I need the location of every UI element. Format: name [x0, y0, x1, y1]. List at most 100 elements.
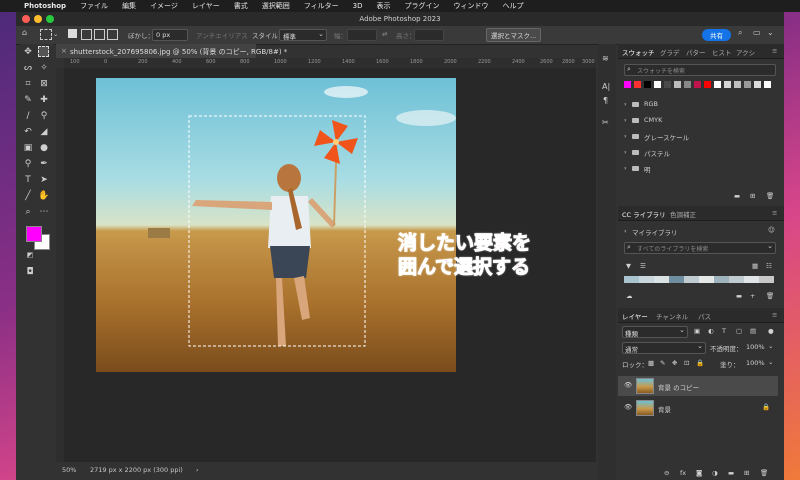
panel-menu-icon[interactable]: ≡	[772, 209, 777, 217]
lock-artboard-icon[interactable]: ⊡	[684, 359, 689, 367]
shape-filter-icon[interactable]: ▢	[736, 327, 742, 335]
intersect-selection-icon[interactable]	[107, 29, 118, 40]
menu-select[interactable]: 選択範囲	[262, 1, 290, 11]
chevron-right-icon[interactable]: ›	[624, 100, 627, 108]
dodge-tool-icon[interactable]: ⚲	[22, 158, 34, 170]
pen-tool-icon[interactable]: ✒	[38, 158, 50, 170]
menu-layer[interactable]: レイヤー	[192, 1, 220, 11]
properties-icon[interactable]: ≋	[602, 54, 609, 63]
color-swatch[interactable]	[744, 81, 751, 88]
menu-view[interactable]: 表示	[376, 1, 390, 11]
chevron-right-icon[interactable]: ›	[624, 132, 627, 140]
menu-plugins[interactable]: プラグイン	[404, 1, 439, 11]
lock-position-icon[interactable]: ✥	[672, 359, 677, 367]
chevron-right-icon[interactable]: ›	[624, 164, 627, 172]
layer-name[interactable]: 背景 のコピー	[658, 382, 699, 392]
list-view-icon[interactable]: ☷	[766, 262, 772, 270]
lock-all-icon[interactable]: 🔒	[696, 359, 704, 367]
adjustment-icon[interactable]: ◑	[712, 469, 718, 477]
library-color-chip[interactable]	[684, 276, 699, 283]
workspace-icon[interactable]: ▭	[753, 28, 761, 37]
pixel-filter-icon[interactable]: ▣	[694, 327, 700, 335]
color-swatch[interactable]	[654, 81, 661, 88]
adjustment-filter-icon[interactable]: ◐	[708, 327, 714, 335]
menu-filter[interactable]: フィルター	[304, 1, 339, 11]
color-swatch[interactable]	[624, 81, 631, 88]
menu-file[interactable]: ファイル	[80, 1, 108, 11]
color-swatch[interactable]	[634, 81, 641, 88]
sort-icon[interactable]: ☰	[640, 262, 646, 270]
link-icon[interactable]: ⊖	[664, 469, 669, 477]
zoom-level[interactable]: 50%	[62, 466, 76, 474]
antialias-checkbox[interactable]: アンチエイリアス	[196, 30, 248, 40]
quick-mask-icon[interactable]: ◘	[24, 266, 36, 278]
menu-type[interactable]: 書式	[234, 1, 248, 11]
layer-row-background-copy[interactable]: 👁 背景 のコピー	[618, 376, 778, 396]
library-color-chip[interactable]	[759, 276, 774, 283]
eyedropper-icon[interactable]: ✎	[22, 94, 34, 106]
chevron-down-icon[interactable]: ⌄	[53, 30, 58, 38]
swap-icon[interactable]: ⇄	[382, 30, 387, 38]
subtract-selection-icon[interactable]	[94, 29, 105, 40]
chevron-right-icon[interactable]: ›	[624, 148, 627, 156]
swatch-group-cmyk[interactable]: CMYK	[644, 116, 662, 124]
grid-view-icon[interactable]: ▦	[752, 262, 758, 270]
tab-swatches[interactable]: スウォッチ	[622, 47, 655, 57]
new-selection-icon[interactable]	[68, 29, 77, 38]
magic-wand-icon[interactable]: ✧	[38, 62, 50, 74]
trash-icon[interactable]: 🗑	[766, 192, 774, 200]
tab-histogram[interactable]: ヒスト	[712, 47, 732, 57]
tab-patterns[interactable]: パター	[686, 47, 706, 57]
eraser-icon[interactable]: ◢	[38, 126, 50, 138]
menu-help[interactable]: ヘルプ	[502, 1, 523, 11]
folder-icon[interactable]: ▬	[736, 292, 742, 300]
people-icon[interactable]: ☺	[768, 226, 775, 234]
new-group-icon[interactable]: ▬	[734, 192, 740, 200]
height-input[interactable]	[414, 29, 444, 41]
tab-actions[interactable]: アクシ	[736, 47, 755, 57]
library-color-chip[interactable]	[639, 276, 654, 283]
swatch-group-pastel[interactable]: パステル	[644, 148, 670, 158]
history-brush-icon[interactable]: ↶	[22, 126, 34, 138]
panel-menu-icon[interactable]: ≡	[772, 311, 777, 319]
document-info[interactable]: 2719 px x 2200 px (300 ppi)	[90, 466, 183, 474]
marquee-tool-icon[interactable]	[38, 46, 49, 57]
feather-input[interactable]: 0 px	[152, 29, 188, 41]
opacity-value[interactable]: 100%	[746, 343, 765, 351]
library-color-chip[interactable]	[624, 276, 639, 283]
blur-tool-icon[interactable]: ●	[38, 142, 50, 154]
library-color-chip[interactable]	[699, 276, 714, 283]
crop-tool-icon[interactable]: ⌗	[22, 78, 34, 90]
type-tool-icon[interactable]: T	[22, 174, 34, 186]
more-tools-icon[interactable]: ⋯	[38, 206, 50, 218]
tab-adjustments[interactable]: 色調補正	[670, 209, 696, 219]
healing-brush-icon[interactable]: ✚	[38, 94, 50, 106]
new-swatch-icon[interactable]: ⊞	[750, 192, 755, 200]
panel-menu-icon[interactable]: ≡	[772, 47, 777, 55]
foreground-color-swatch[interactable]	[26, 226, 42, 242]
library-color-chip[interactable]	[654, 276, 669, 283]
new-layer-icon[interactable]: ⊞	[744, 469, 749, 477]
tab-channels[interactable]: チャンネル	[656, 311, 688, 321]
color-swatch[interactable]	[724, 81, 731, 88]
tab-cc-libraries[interactable]: CC ライブラリ	[622, 209, 666, 219]
lasso-tool-icon[interactable]: ᔕ	[22, 62, 34, 74]
document-image[interactable]	[96, 78, 456, 372]
library-search-input[interactable]: ⌕ すべてのライブラリを検索 ⌄	[624, 242, 776, 254]
frame-tool-icon[interactable]: ⊠	[38, 78, 50, 90]
blend-mode-select[interactable]: 通常 ⌄	[622, 342, 706, 354]
layer-name[interactable]: 背景	[658, 404, 671, 414]
gradient-tool-icon[interactable]: ▣	[22, 142, 34, 154]
marquee-tool-preset-icon[interactable]	[40, 29, 52, 40]
chevron-down-icon[interactable]: ⌄	[768, 342, 773, 350]
menu-image[interactable]: イメージ	[150, 1, 178, 11]
smart-object-filter-icon[interactable]: ▤	[750, 327, 756, 335]
chevron-down-icon[interactable]: ⌄	[768, 358, 773, 366]
color-swatch[interactable]	[704, 81, 711, 88]
layer-row-background[interactable]: 👁 背景 🔒	[618, 398, 778, 418]
chevron-down-icon[interactable]: ⌄	[767, 28, 774, 37]
document-tab[interactable]: × shutterstock_207695806.jpg @ 50% (背景 の…	[56, 44, 287, 58]
mask-icon[interactable]: ◙	[696, 469, 702, 477]
menu-edit[interactable]: 編集	[122, 1, 136, 11]
default-colors-icon[interactable]: ◩	[24, 249, 36, 261]
